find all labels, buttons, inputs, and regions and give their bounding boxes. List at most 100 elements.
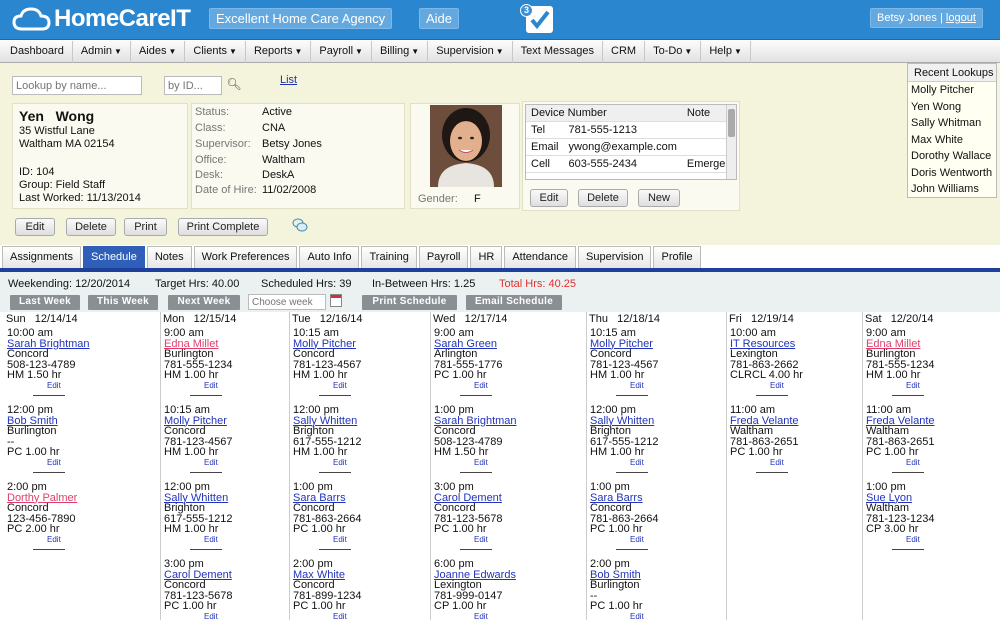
edit-appointment-link[interactable]: Edit <box>164 612 289 620</box>
tab-attendance[interactable]: Attendance <box>504 246 576 268</box>
email-schedule-button[interactable]: Email Schedule <box>466 295 562 310</box>
edit-appointment-link[interactable]: Edit <box>590 612 726 620</box>
edit-appointment-link[interactable]: Edit <box>7 535 160 544</box>
tab-payroll[interactable]: Payroll <box>418 246 469 268</box>
logout-link[interactable]: logout <box>946 12 976 24</box>
edit-appointment-link[interactable]: Edit <box>590 458 726 467</box>
edit-appointment-link[interactable]: Edit <box>293 535 430 544</box>
menu-payroll[interactable]: Payroll ▼ <box>311 41 372 63</box>
tab-profile[interactable]: Profile <box>653 246 701 268</box>
edit-appointment-link[interactable]: Edit <box>434 458 586 467</box>
edit-button[interactable]: Edit <box>15 218 55 236</box>
calendar-icon[interactable] <box>330 294 342 307</box>
user-name[interactable]: Betsy Jones <box>877 12 937 24</box>
menu-supervision[interactable]: Supervision ▼ <box>428 41 513 63</box>
edit-appointment-link[interactable]: Edit <box>590 381 726 390</box>
print-schedule-button[interactable]: Print Schedule <box>362 295 457 310</box>
list-link[interactable]: List <box>280 74 297 86</box>
menu-admin[interactable]: Admin ▼ <box>73 41 131 63</box>
this-week-button[interactable]: This Week <box>88 295 158 310</box>
edit-appointment-link[interactable]: Edit <box>730 458 862 467</box>
service-hours: PC 1.00 hr <box>293 600 346 612</box>
appointment: 10:00 am Sarah Brightman Concord 508-123-47… <box>4 328 160 403</box>
menu-reports[interactable]: Reports ▼ <box>246 41 312 63</box>
edit-appointment-link[interactable]: Edit <box>434 612 586 620</box>
device-new-button[interactable]: New <box>638 189 680 207</box>
day-date: 12/15/14 <box>193 313 237 325</box>
client-city: Burlington <box>866 348 916 360</box>
edit-appointment-link[interactable]: Edit <box>434 381 586 390</box>
edit-appointment-link[interactable]: Edit <box>7 381 160 390</box>
edit-appointment-link[interactable]: Edit <box>293 381 430 390</box>
menu-to-do[interactable]: To-Do ▼ <box>645 41 702 63</box>
recent-lookup-item[interactable]: John Williams <box>908 181 996 198</box>
appointment: 3:00 pm Carol Dement Concord 781-123-5678 PC… <box>431 482 586 557</box>
menu-label: Admin <box>80 45 113 57</box>
lookup-id-input[interactable] <box>164 76 222 95</box>
delete-button[interactable]: Delete <box>66 218 116 236</box>
edit-appointment-link[interactable]: Edit <box>164 381 289 390</box>
menu-dashboard[interactable]: Dashboard <box>2 41 73 63</box>
recent-lookup-item[interactable]: Doris Wentworth <box>908 165 996 182</box>
tab-auto-info[interactable]: Auto Info <box>299 246 360 268</box>
edit-appointment-link[interactable]: Edit <box>293 458 430 467</box>
appointment: 1:00 pm Sara Barrs Concord 781-863-2664 PC 1… <box>290 482 430 557</box>
recent-lookup-item[interactable]: Dorothy Wallace <box>908 148 996 165</box>
edit-appointment-link[interactable]: Edit <box>164 535 289 544</box>
recent-lookup-item[interactable]: Molly Pitcher <box>908 82 996 99</box>
device-row[interactable]: Email ywong@example.com <box>526 138 736 156</box>
last-week-button[interactable]: Last Week <box>10 295 80 310</box>
tab-assignments[interactable]: Assignments <box>2 246 81 268</box>
device-row[interactable]: Cell 603-555-2434 Emergenc <box>526 155 736 173</box>
day-column: Wed 12/17/14 9:00 am Sarah Green Arlington 7… <box>430 312 586 620</box>
print-complete-button[interactable]: Print Complete <box>178 218 268 236</box>
tab-schedule[interactable]: Schedule <box>82 246 145 268</box>
menu-crm[interactable]: CRM <box>603 41 646 63</box>
aide-tabs: Assignments Schedule Notes Work Preferences… <box>0 246 1000 269</box>
device-row[interactable]: Tel 781-555-1213 <box>526 121 736 139</box>
menu-text-messages[interactable]: Text Messages <box>513 41 603 63</box>
edit-appointment-link[interactable]: Edit <box>866 535 1000 544</box>
scroll-thumb[interactable] <box>728 109 735 137</box>
recent-lookup-item[interactable]: Max White <box>908 132 996 149</box>
choose-week-input[interactable] <box>248 294 326 310</box>
tab-training[interactable]: Training <box>361 246 417 268</box>
recent-lookup-item[interactable]: Sally Whitman <box>908 115 996 132</box>
chat-icon[interactable] <box>292 218 308 232</box>
user-separator: | <box>939 12 943 24</box>
edit-appointment-link[interactable]: Edit <box>866 381 1000 390</box>
caret-down-icon: ▼ <box>294 47 303 56</box>
device-edit-button[interactable]: Edit <box>530 189 568 207</box>
service-hours: CLRCL 4.00 hr <box>730 369 803 381</box>
print-button[interactable]: Print <box>124 218 167 236</box>
tab-work-preferences[interactable]: Work Preferences <box>193 246 298 268</box>
search-icon[interactable]: 🔍︎ <box>224 75 244 94</box>
day-column: Tue 12/16/14 10:15 am Molly Pitcher Concord… <box>289 312 430 620</box>
edit-appointment-link[interactable]: Edit <box>434 535 586 544</box>
recent-lookup-item[interactable]: Yen Wong <box>908 99 996 116</box>
tab-supervision[interactable]: Supervision <box>578 246 652 268</box>
aide-selector[interactable]: Aide <box>419 8 460 29</box>
edit-appointment-link[interactable]: Edit <box>590 535 726 544</box>
device-delete-button[interactable]: Delete <box>578 189 628 207</box>
edit-appointment-link[interactable]: Edit <box>164 458 289 467</box>
agency-selector[interactable]: Excellent Home Care Agency <box>209 8 393 29</box>
edit-appointment-link[interactable]: Edit <box>866 458 1000 467</box>
menu-help[interactable]: Help ▼ <box>701 41 751 63</box>
lookup-name-input[interactable] <box>12 76 142 95</box>
tab-notes[interactable]: Notes <box>146 246 192 268</box>
edit-appointment-link[interactable]: Edit <box>293 612 430 620</box>
menu-clients[interactable]: Clients ▼ <box>185 41 246 63</box>
device-type: Cell <box>526 155 564 173</box>
menu-billing[interactable]: Billing ▼ <box>372 41 429 63</box>
edit-appointment-link[interactable]: Edit <box>7 458 160 467</box>
next-week-button[interactable]: Next Week <box>168 295 240 310</box>
menu-aides[interactable]: Aides ▼ <box>131 41 186 63</box>
tab-hr[interactable]: HR <box>470 246 503 268</box>
appointment: 2:00 pm Max White Concord 781-899-1234 PC 1.… <box>290 559 430 620</box>
todo-notification[interactable]: 3 <box>520 4 554 36</box>
top-bar: HomeCareIT Excellent Home Care Agency Ai… <box>0 0 1000 40</box>
edit-appointment-link[interactable]: Edit <box>730 381 862 390</box>
logo[interactable]: HomeCareIT <box>12 4 191 34</box>
devices-scrollbar[interactable] <box>726 105 736 179</box>
